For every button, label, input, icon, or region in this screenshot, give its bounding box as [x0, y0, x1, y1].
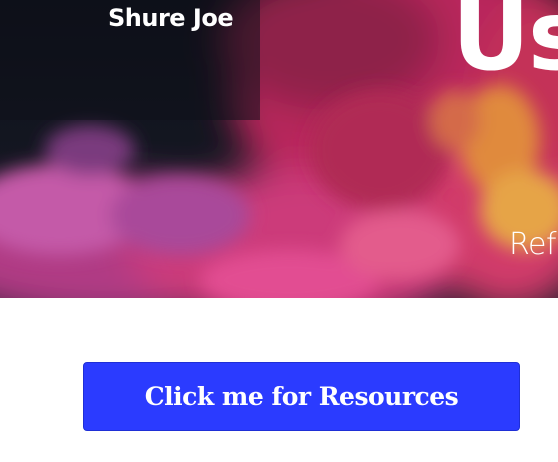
- resources-button[interactable]: Click me for Resources: [83, 362, 520, 431]
- hero-heading: Us: [452, 0, 558, 92]
- site-name[interactable]: Shure Joe: [108, 2, 234, 34]
- hero-banner: Shure Joe Us Refl: [0, 0, 558, 298]
- hero-subheading: Refl: [509, 227, 558, 262]
